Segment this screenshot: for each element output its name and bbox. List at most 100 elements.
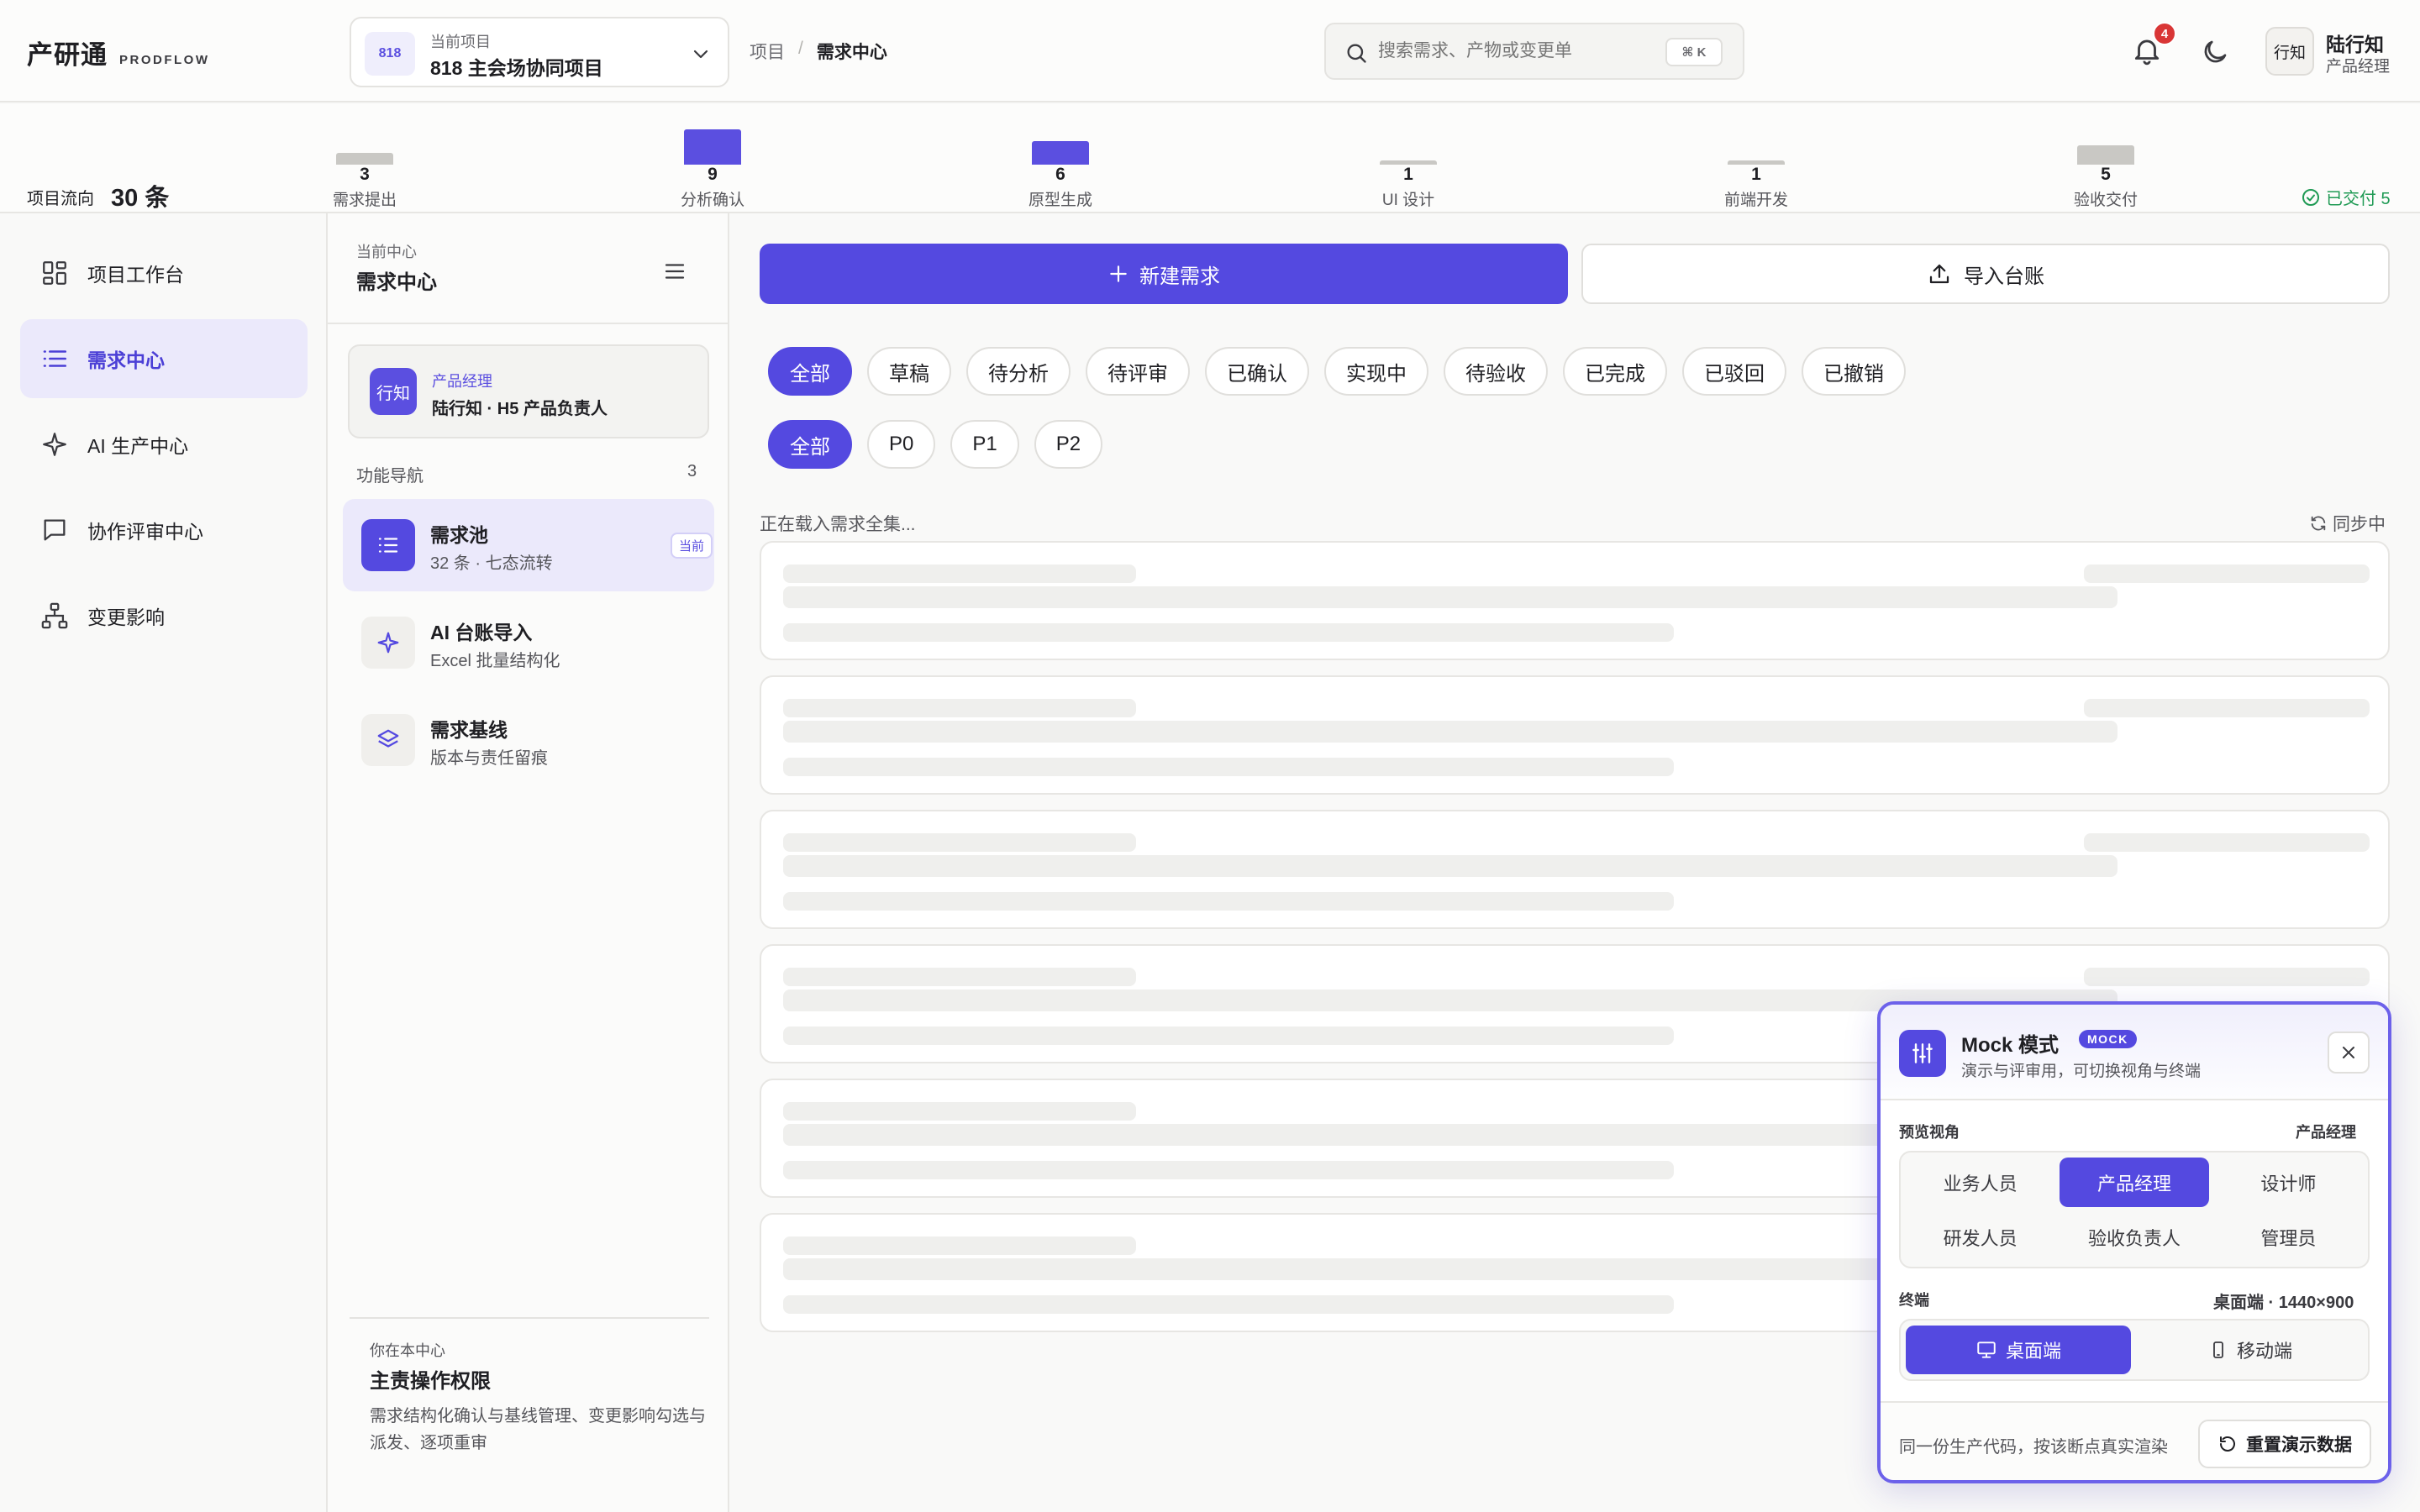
subnav-item-baseline[interactable]: 需求基线 版本与责任留痕: [343, 694, 714, 786]
breadcrumb-current: 需求中心: [816, 43, 887, 62]
search-box[interactable]: ⌘ K: [1324, 23, 1744, 80]
delivered-text: 已交付 5: [2326, 190, 2391, 208]
priority-filter-row: 全部 P0 P1 P2: [768, 420, 1103, 469]
priority-filter-chip[interactable]: P0: [867, 420, 936, 469]
avatar[interactable]: 行知: [2265, 27, 2314, 76]
refresh-icon: [2311, 516, 2326, 531]
top-header: 产研通 PRODFLOW 818 当前项目 818 主会场协同项目 项目 / 需…: [0, 0, 2420, 102]
priority-filter-chip[interactable]: P2: [1034, 420, 1103, 469]
sparkle-icon: [361, 617, 415, 669]
priority-filter-chip[interactable]: P1: [950, 420, 1019, 469]
preview-label: 预览视角: [1899, 1124, 1960, 1141]
sidebar-item-change-impact[interactable]: 变更影响: [20, 576, 308, 655]
status-filter-chip[interactable]: 全部: [768, 347, 852, 396]
subpanel-caption: 当前中心: [356, 244, 417, 260]
divider: [328, 323, 728, 324]
stage-label: UI 设计: [1381, 192, 1435, 209]
shortcut-hint: ⌘ K: [1665, 38, 1723, 66]
import-ledger-button[interactable]: 导入台账: [1581, 244, 2390, 304]
plus-icon: [1110, 265, 1127, 282]
subnav-item-ai-import[interactable]: AI 台账导入 Excel 批量结构化: [343, 596, 714, 689]
project-selector[interactable]: 818 当前项目 818 主会场协同项目: [350, 17, 729, 87]
terminal-option-desktop[interactable]: 桌面端: [1906, 1326, 2131, 1374]
status-filter-chip[interactable]: 实现中: [1324, 347, 1428, 396]
reset-demo-data-button[interactable]: 重置演示数据: [2198, 1420, 2371, 1468]
divider: [350, 1317, 709, 1319]
function-nav-count: 3: [687, 462, 697, 480]
priority-filter-chip[interactable]: 全部: [768, 420, 852, 469]
flow-stage[interactable]: 3 需求提出: [297, 104, 432, 212]
menu-icon[interactable]: [662, 259, 687, 284]
stage-count: 3: [360, 165, 370, 184]
terminal-option-label: 移动端: [2236, 1341, 2292, 1362]
role-avatar: 行知: [370, 368, 417, 415]
status-filter-chip[interactable]: 已完成: [1563, 347, 1667, 396]
grid-icon: [43, 261, 66, 285]
role-option[interactable]: 业务人员: [1906, 1158, 2054, 1207]
sidebar-item-label: 需求中心: [87, 349, 165, 371]
stage-label: 验收交付: [2073, 192, 2138, 209]
role-option[interactable]: 设计师: [2214, 1158, 2363, 1207]
chevron-down-icon: [693, 50, 708, 59]
list-icon: [361, 519, 415, 571]
stage-count: 6: [1055, 165, 1065, 184]
flow-stage[interactable]: 9 分析确认: [645, 104, 780, 212]
status-filter-chip[interactable]: 待分析: [966, 347, 1071, 396]
flow-stage[interactable]: 1 UI 设计: [1341, 104, 1476, 212]
role-option[interactable]: 研发人员: [1906, 1212, 2054, 1262]
stage-count: 1: [1403, 165, 1413, 184]
stage-label: 原型生成: [1028, 192, 1092, 209]
subnav-item-desc: 版本与责任留痕: [430, 749, 548, 768]
terminal-option-mobile[interactable]: 移动端: [2138, 1326, 2363, 1374]
new-requirement-button[interactable]: 新建需求: [760, 244, 1568, 304]
stage-label: 前端开发: [1723, 192, 1788, 209]
stage-label: 分析确认: [680, 192, 744, 209]
permission-description: 需求结构化确认与基线管理、变更影响勾选与派发、逐项重审: [370, 1407, 706, 1452]
role-option[interactable]: 产品经理: [2060, 1158, 2209, 1207]
current-badge: 当前: [671, 533, 713, 559]
stage-bar: [1032, 141, 1089, 165]
flow-stage[interactable]: 6 原型生成: [993, 104, 1128, 212]
status-filter-chip[interactable]: 已撤销: [1802, 347, 1906, 396]
sidebar-item-requirements[interactable]: 需求中心: [20, 319, 308, 398]
stage-count: 9: [708, 165, 718, 184]
status-filter-chip[interactable]: 已驳回: [1682, 347, 1786, 396]
brand[interactable]: 产研通 PRODFLOW: [27, 34, 210, 71]
import-ledger-label: 导入台账: [1964, 265, 2044, 288]
status-filter-chip[interactable]: 草稿: [867, 347, 951, 396]
status-filter-chip[interactable]: 待验收: [1444, 347, 1548, 396]
moon-icon[interactable]: [2200, 37, 2230, 67]
flow-stage[interactable]: 5 验收交付: [2039, 104, 2173, 212]
role-option[interactable]: 验收负责人: [2060, 1212, 2208, 1262]
footer-note: 同一份生产代码，按该断点真实渲染: [1899, 1438, 2168, 1457]
project-flow-bar: 项目流向 30 条 3 需求提出 9 分析确认 6 原型生成 1 UI 设计 1 前端开发…: [0, 104, 2420, 213]
delivered-status: 已交付 5: [2301, 185, 2391, 209]
list-icon: [43, 350, 67, 367]
sidebar-item-ai-production[interactable]: AI 生产中心: [20, 405, 308, 484]
status-filter-chip[interactable]: 已确认: [1205, 347, 1309, 396]
breadcrumb-item-project[interactable]: 项目: [750, 39, 785, 64]
permission-title: 主责操作权限: [370, 1370, 491, 1393]
subpanel-title: 需求中心: [356, 271, 437, 294]
sidebar-item-review[interactable]: 协作评审中心: [20, 491, 308, 570]
role-card: 行知 产品经理 陆行知 · H5 产品负责人: [348, 344, 709, 438]
close-button[interactable]: [2328, 1032, 2370, 1074]
mock-panel-footer: 同一份生产代码，按该断点真实渲染 重置演示数据: [1881, 1401, 2388, 1480]
role-option[interactable]: 管理员: [2214, 1212, 2363, 1262]
status-filter-chip[interactable]: 待评审: [1086, 347, 1190, 396]
role-caption: 产品经理: [432, 373, 492, 390]
search-input[interactable]: [1378, 39, 1655, 63]
sidebar-item-label: 变更影响: [87, 606, 165, 628]
sub-panel: 当前中心 需求中心 行知 产品经理 陆行知 · H5 产品负责人 功能导航 3 …: [328, 213, 729, 1512]
project-caption: 当前项目: [430, 34, 491, 50]
subnav-item-requirement-pool[interactable]: 需求池 32 条 · 七态流转 当前: [343, 499, 714, 591]
sidebar-item-label: 项目工作台: [87, 264, 184, 286]
new-requirement-label: 新建需求: [1139, 265, 1220, 288]
brand-subtitle: PRODFLOW: [119, 53, 210, 67]
hierarchy-icon: [41, 602, 68, 629]
sidebar-item-label: AI 生产中心: [87, 435, 189, 457]
stage-bar: [336, 153, 393, 165]
mock-description: 演示与评审用，可切换视角与终端: [1961, 1063, 2202, 1080]
sidebar-item-workbench[interactable]: 项目工作台: [20, 234, 308, 312]
flow-stage[interactable]: 1 前端开发: [1689, 104, 1823, 212]
